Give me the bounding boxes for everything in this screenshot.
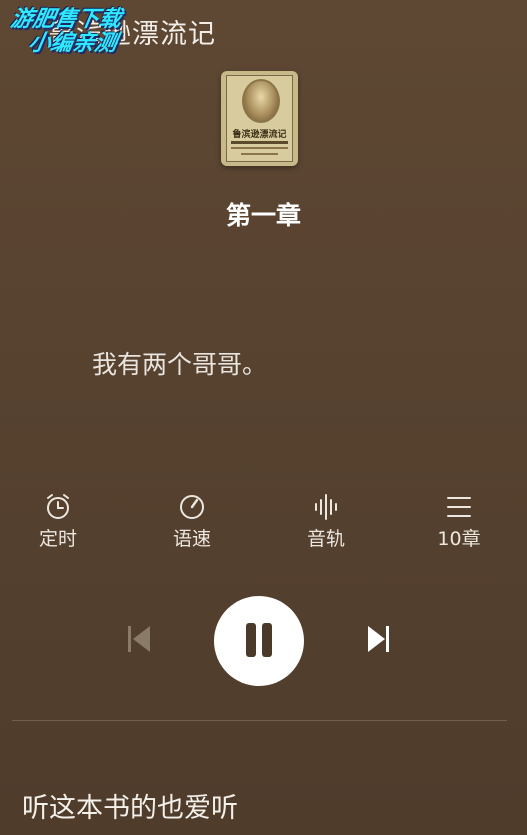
pause-button[interactable] bbox=[214, 596, 304, 686]
site-watermark: 游肥售下载 小编亲测 bbox=[3, 7, 153, 64]
cover-title: 鲁滨逊漂流记 bbox=[232, 130, 287, 140]
speedometer-icon bbox=[180, 495, 204, 519]
cover-decoration bbox=[241, 153, 278, 155]
audio-track-label: 音轨 bbox=[306, 528, 345, 550]
speed-label: 语速 bbox=[172, 528, 211, 550]
playback-options: 定时 语速 音轨 10章 bbox=[0, 490, 527, 554]
timer-label: 定时 bbox=[38, 528, 77, 550]
chapter-count-label: 10章 bbox=[437, 528, 481, 550]
current-text-line: 我有两个哥哥。 bbox=[92, 350, 268, 379]
pause-icon bbox=[246, 623, 256, 657]
cover-decoration bbox=[231, 141, 288, 144]
watermark-line-2: 小编亲测 bbox=[26, 31, 119, 56]
book-cover[interactable]: 鲁滨逊漂流记 bbox=[221, 71, 298, 166]
skip-previous-icon bbox=[128, 626, 150, 652]
audio-track-button[interactable]: 音轨 bbox=[286, 490, 366, 551]
speed-button[interactable]: 语速 bbox=[152, 490, 232, 551]
next-chapter-button[interactable] bbox=[365, 624, 393, 654]
cover-decoration bbox=[231, 147, 288, 149]
chapter-list-button[interactable]: 10章 bbox=[419, 490, 499, 551]
previous-chapter-button[interactable] bbox=[126, 624, 154, 654]
pause-icon bbox=[262, 623, 272, 657]
timer-button[interactable]: 定时 bbox=[18, 490, 98, 551]
list-icon bbox=[447, 497, 471, 517]
top-bar: 鲁滨逊漂流记 游肥售下载 小编亲测 bbox=[0, 0, 527, 60]
recommendations-heading: 听这本书的也爱听 bbox=[22, 793, 238, 824]
skip-next-icon bbox=[368, 626, 389, 652]
cover-portrait bbox=[242, 79, 280, 123]
section-divider bbox=[12, 720, 507, 721]
sound-wave-icon bbox=[315, 494, 337, 520]
alarm-clock-icon bbox=[47, 494, 69, 519]
watermark-line-1: 游肥售下载 bbox=[8, 7, 124, 32]
chapter-title: 第一章 bbox=[225, 201, 301, 230]
player-controls bbox=[0, 596, 527, 686]
